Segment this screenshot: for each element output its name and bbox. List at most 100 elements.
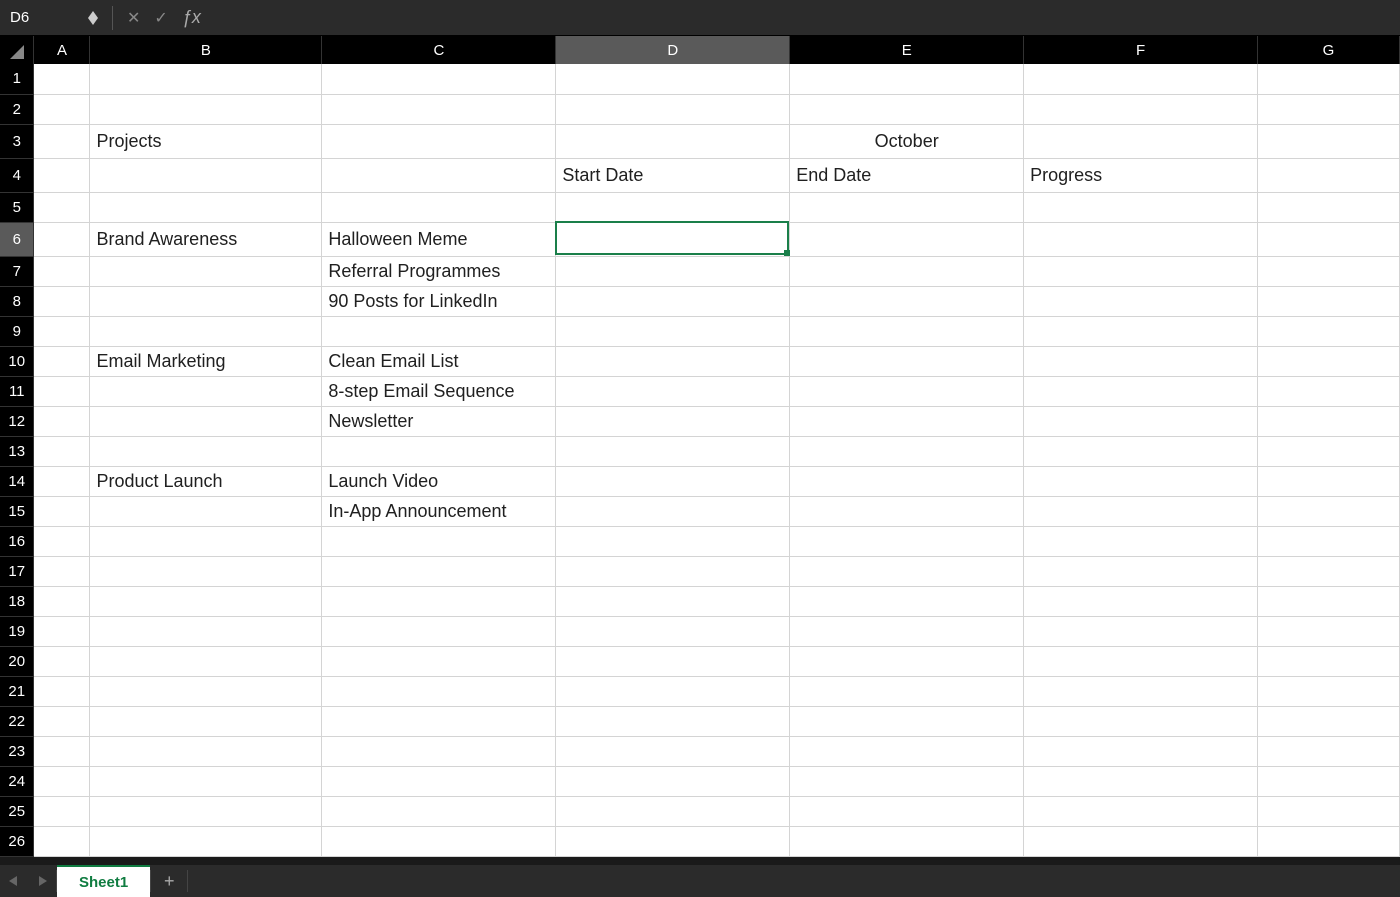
row-header-11[interactable]: 11 bbox=[0, 376, 34, 406]
cell-C25[interactable] bbox=[322, 796, 556, 826]
cell-E12[interactable] bbox=[790, 406, 1024, 436]
cell-G26[interactable] bbox=[1258, 826, 1400, 856]
column-header-D[interactable]: D bbox=[556, 36, 790, 64]
row-header-15[interactable]: 15 bbox=[0, 496, 34, 526]
select-all-corner[interactable] bbox=[0, 36, 34, 64]
row-header-2[interactable]: 2 bbox=[0, 94, 34, 124]
cell-B5[interactable] bbox=[90, 192, 322, 222]
cell-C19[interactable] bbox=[322, 616, 556, 646]
cell-B26[interactable] bbox=[90, 826, 322, 856]
cell-D26[interactable] bbox=[556, 826, 790, 856]
cell-F12[interactable] bbox=[1024, 406, 1258, 436]
cell-D8[interactable] bbox=[556, 286, 790, 316]
cell-A23[interactable] bbox=[34, 736, 90, 766]
cell-F10[interactable] bbox=[1024, 346, 1258, 376]
name-box[interactable]: D6 bbox=[6, 4, 84, 32]
cell-F4[interactable]: Progress bbox=[1024, 158, 1258, 192]
cell-C15[interactable]: In-App Announcement bbox=[322, 496, 556, 526]
cell-G17[interactable] bbox=[1258, 556, 1400, 586]
cell-F9[interactable] bbox=[1024, 316, 1258, 346]
cancel-icon[interactable]: ✕ bbox=[127, 8, 140, 28]
cell-A7[interactable] bbox=[34, 256, 90, 286]
cell-D17[interactable] bbox=[556, 556, 790, 586]
cell-G16[interactable] bbox=[1258, 526, 1400, 556]
cell-G13[interactable] bbox=[1258, 436, 1400, 466]
row-header-3[interactable]: 3 bbox=[0, 124, 34, 158]
cell-E24[interactable] bbox=[790, 766, 1024, 796]
cell-C7[interactable]: Referral Programmes bbox=[322, 256, 556, 286]
cell-C4[interactable] bbox=[322, 158, 556, 192]
cell-G19[interactable] bbox=[1258, 616, 1400, 646]
cell-A25[interactable] bbox=[34, 796, 90, 826]
cell-A13[interactable] bbox=[34, 436, 90, 466]
cell-G18[interactable] bbox=[1258, 586, 1400, 616]
column-header-G[interactable]: G bbox=[1258, 36, 1400, 64]
cell-G22[interactable] bbox=[1258, 706, 1400, 736]
cell-C9[interactable] bbox=[322, 316, 556, 346]
add-sheet-button[interactable]: + bbox=[151, 865, 187, 897]
cell-B23[interactable] bbox=[90, 736, 322, 766]
cell-A9[interactable] bbox=[34, 316, 90, 346]
cell-F20[interactable] bbox=[1024, 646, 1258, 676]
cell-C20[interactable] bbox=[322, 646, 556, 676]
cell-D25[interactable] bbox=[556, 796, 790, 826]
cell-B14[interactable]: Product Launch bbox=[90, 466, 322, 496]
cell-F22[interactable] bbox=[1024, 706, 1258, 736]
cell-G11[interactable] bbox=[1258, 376, 1400, 406]
cell-B11[interactable] bbox=[90, 376, 322, 406]
row-header-12[interactable]: 12 bbox=[0, 406, 34, 436]
column-header-B[interactable]: B bbox=[90, 36, 322, 64]
cell-C6[interactable]: Halloween Meme bbox=[322, 222, 556, 256]
cell-F17[interactable] bbox=[1024, 556, 1258, 586]
cell-F6[interactable] bbox=[1024, 222, 1258, 256]
cell-E17[interactable] bbox=[790, 556, 1024, 586]
cell-F13[interactable] bbox=[1024, 436, 1258, 466]
cell-D10[interactable] bbox=[556, 346, 790, 376]
cell-B15[interactable] bbox=[90, 496, 322, 526]
cell-B24[interactable] bbox=[90, 766, 322, 796]
cell-G6[interactable] bbox=[1258, 222, 1400, 256]
cell-F7[interactable] bbox=[1024, 256, 1258, 286]
cell-F16[interactable] bbox=[1024, 526, 1258, 556]
cell-E8[interactable] bbox=[790, 286, 1024, 316]
cell-B18[interactable] bbox=[90, 586, 322, 616]
cell-E2[interactable] bbox=[790, 94, 1024, 124]
cell-D22[interactable] bbox=[556, 706, 790, 736]
row-header-22[interactable]: 22 bbox=[0, 706, 34, 736]
cell-C8[interactable]: 90 Posts for LinkedIn bbox=[322, 286, 556, 316]
cell-A8[interactable] bbox=[34, 286, 90, 316]
cell-E19[interactable] bbox=[790, 616, 1024, 646]
cell-F23[interactable] bbox=[1024, 736, 1258, 766]
cell-E9[interactable] bbox=[790, 316, 1024, 346]
cell-C14[interactable]: Launch Video bbox=[322, 466, 556, 496]
row-header-26[interactable]: 26 bbox=[0, 826, 34, 856]
row-header-16[interactable]: 16 bbox=[0, 526, 34, 556]
cell-A15[interactable] bbox=[34, 496, 90, 526]
cell-C16[interactable] bbox=[322, 526, 556, 556]
cell-D20[interactable] bbox=[556, 646, 790, 676]
cell-C24[interactable] bbox=[322, 766, 556, 796]
cell-F24[interactable] bbox=[1024, 766, 1258, 796]
cell-E1[interactable] bbox=[790, 64, 1024, 94]
cell-D21[interactable] bbox=[556, 676, 790, 706]
cell-A11[interactable] bbox=[34, 376, 90, 406]
tabs-next-button[interactable] bbox=[28, 865, 56, 897]
cell-F3[interactable] bbox=[1024, 124, 1258, 158]
fx-icon[interactable]: ƒx bbox=[182, 7, 201, 28]
cell-A19[interactable] bbox=[34, 616, 90, 646]
cell-A5[interactable] bbox=[34, 192, 90, 222]
cell-A16[interactable] bbox=[34, 526, 90, 556]
cell-B13[interactable] bbox=[90, 436, 322, 466]
cell-D18[interactable] bbox=[556, 586, 790, 616]
cell-D15[interactable] bbox=[556, 496, 790, 526]
cell-E4[interactable]: End Date bbox=[790, 158, 1024, 192]
cell-C1[interactable] bbox=[322, 64, 556, 94]
cell-A14[interactable] bbox=[34, 466, 90, 496]
cell-A17[interactable] bbox=[34, 556, 90, 586]
spreadsheet-grid[interactable]: ABCDEFG123ProjectsOctober4Start DateEnd … bbox=[0, 36, 1400, 857]
cell-E25[interactable] bbox=[790, 796, 1024, 826]
column-header-F[interactable]: F bbox=[1024, 36, 1258, 64]
cell-F8[interactable] bbox=[1024, 286, 1258, 316]
cell-E14[interactable] bbox=[790, 466, 1024, 496]
cell-F1[interactable] bbox=[1024, 64, 1258, 94]
